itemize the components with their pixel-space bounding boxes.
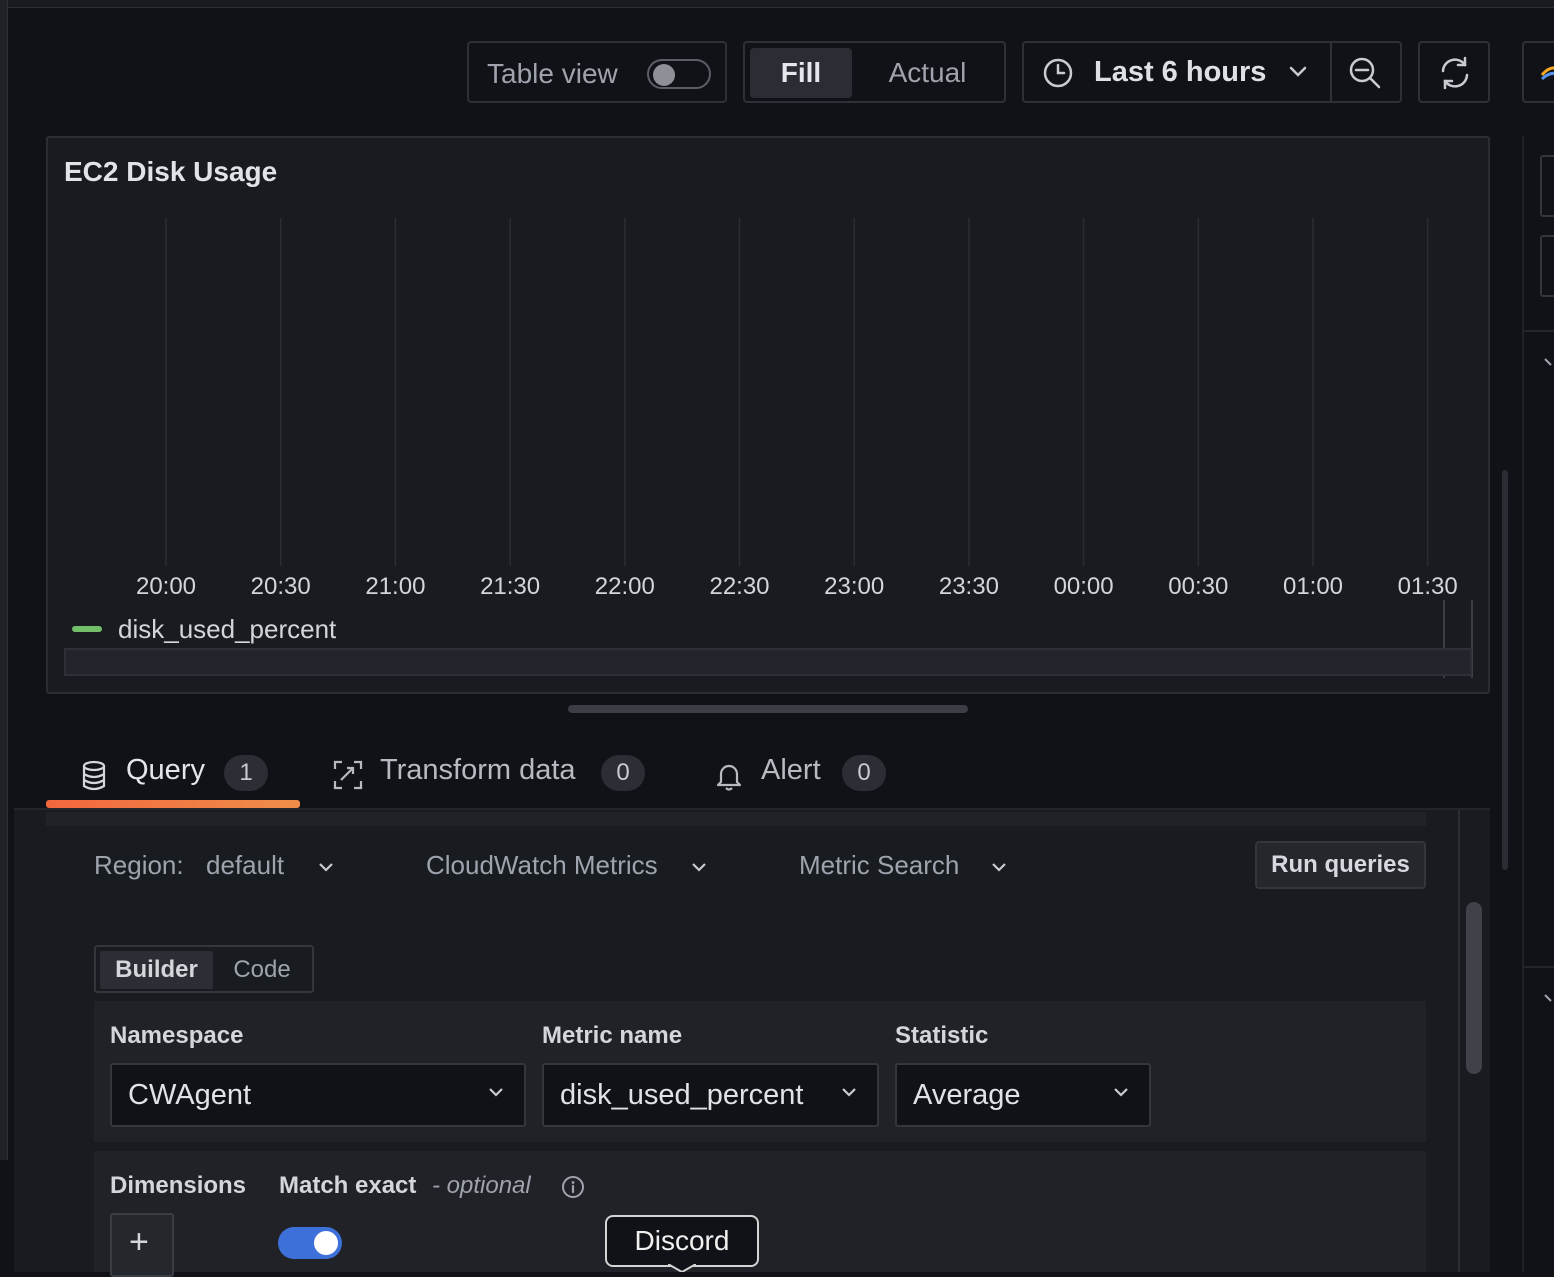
- legend-label: disk_used_percent: [118, 614, 337, 644]
- legend-horizontal-scrollbar[interactable]: [64, 648, 1472, 676]
- optional-label: - optional: [432, 1172, 531, 1199]
- grafana-logo-icon: [1540, 66, 1554, 81]
- namespace-value: CWAgent: [128, 1079, 252, 1111]
- query-mode-value: Metric Search: [799, 850, 960, 880]
- options-divider: [1522, 330, 1554, 332]
- table-view-switch[interactable]: [647, 59, 711, 89]
- actual-option[interactable]: Actual: [855, 48, 1000, 98]
- x-tick-label: 00:30: [1168, 573, 1228, 600]
- tab-transform-count: 0: [601, 755, 645, 791]
- x-tick-label: 21:30: [480, 573, 540, 600]
- zoom-out-icon[interactable]: [1348, 56, 1382, 90]
- query-row-header: [46, 812, 1426, 826]
- match-exact-switch[interactable]: [278, 1227, 342, 1259]
- info-icon[interactable]: [561, 1175, 585, 1199]
- match-exact-label: Match exact: [279, 1172, 417, 1199]
- active-tab-indicator: [46, 800, 300, 808]
- bell-icon: [716, 764, 742, 791]
- editor-mode-toggle: Builder Code: [94, 945, 314, 993]
- tooltip-arrow: [668, 1264, 696, 1272]
- tab-alert-label: Alert: [761, 754, 821, 786]
- edge-toolbar-button[interactable]: [1522, 41, 1554, 103]
- metric-name-value: disk_used_percent: [560, 1079, 804, 1111]
- page-scrollbar[interactable]: [1502, 470, 1508, 870]
- database-icon: [82, 760, 106, 791]
- tab-query-count: 1: [224, 755, 268, 791]
- dimensions-label: Dimensions: [110, 1172, 247, 1199]
- statistic-value: Average: [913, 1079, 1021, 1111]
- table-view-toggle-group[interactable]: Table view: [467, 41, 727, 103]
- metric-name-label: Metric name: [542, 1022, 683, 1049]
- chevron-down-icon: [1114, 1088, 1128, 1097]
- legend-swatch: [72, 626, 102, 632]
- run-queries-button[interactable]: Run queries: [1255, 841, 1426, 889]
- statistic-select[interactable]: Average: [895, 1063, 1151, 1127]
- x-tick-label: 22:00: [595, 573, 655, 600]
- tab-alert[interactable]: Alert 0: [716, 752, 896, 798]
- namespace-select[interactable]: CWAgent: [110, 1063, 526, 1127]
- tab-transform-label: Transform data: [380, 754, 576, 786]
- time-range-picker[interactable]: Last 6 hours: [1022, 41, 1402, 103]
- time-series-plot: 20:00 20:30 21:00 21:30 22:00 22:30 23:00 23:30…: [136, 218, 1458, 600]
- fill-option[interactable]: Fill: [750, 48, 852, 98]
- x-tick-label: 01:30: [1398, 573, 1458, 600]
- left-frame-edge: [0, 0, 8, 1160]
- visualization-panel: EC2 Disk Usage 20:00 20:30 21:00 21:30 22:00…: [46, 136, 1490, 694]
- chevron-down-icon: [1289, 66, 1307, 77]
- builder-option[interactable]: Builder: [100, 951, 213, 989]
- chevron-down-icon: [489, 1088, 503, 1097]
- x-tick-label: 23:00: [824, 573, 884, 600]
- statistic-label: Statistic: [895, 1022, 989, 1049]
- query-mode-select[interactable]: Metric Search: [799, 846, 1014, 886]
- time-range-label: Last 6 hours: [1094, 56, 1267, 88]
- query-scrollbar-thumb[interactable]: [1466, 902, 1482, 1074]
- service-value: CloudWatch Metrics: [426, 850, 658, 880]
- tooltip: Discord: [605, 1215, 759, 1267]
- x-tick-label: 00:00: [1054, 573, 1114, 600]
- x-tick-label: 20:30: [251, 573, 311, 600]
- clock-icon: [1043, 58, 1073, 88]
- code-option[interactable]: Code: [214, 951, 310, 989]
- plus-icon: +: [129, 1223, 149, 1261]
- table-view-label: Table view: [487, 58, 618, 89]
- x-tick-label: 20:00: [136, 573, 196, 600]
- options-tab-field[interactable]: [1540, 235, 1554, 297]
- region-value: default: [206, 850, 285, 880]
- chevron-down-icon: [992, 863, 1006, 872]
- refresh-icon: [1441, 56, 1469, 90]
- region-select[interactable]: default: [206, 846, 346, 886]
- region-label: Region:: [94, 850, 184, 880]
- service-select[interactable]: CloudWatch Metrics: [426, 846, 716, 886]
- namespace-label: Namespace: [110, 1022, 244, 1049]
- x-tick-label: 21:00: [365, 573, 425, 600]
- chevron-down-icon: [842, 1088, 856, 1097]
- switch-knob: [314, 1231, 338, 1255]
- pane-resize-handle[interactable]: [568, 705, 968, 713]
- divider: [1330, 43, 1332, 101]
- right-options-pane: [1522, 136, 1554, 1272]
- tab-query-label: Query: [126, 754, 205, 786]
- top-frame-edge: [0, 0, 1554, 8]
- tab-alert-count: 0: [842, 755, 886, 791]
- x-tick-label: 23:30: [939, 573, 999, 600]
- x-tick-label: 22:30: [709, 573, 769, 600]
- x-tick-label: 01:00: [1283, 573, 1343, 600]
- refresh-button[interactable]: [1418, 41, 1490, 103]
- chevron-down-icon[interactable]: [1544, 356, 1554, 368]
- tab-query[interactable]: Query 1: [80, 752, 280, 798]
- tab-transform-data[interactable]: Transform data 0: [333, 752, 653, 798]
- add-dimension-button[interactable]: +: [110, 1213, 174, 1277]
- transform-icon: [333, 760, 363, 790]
- switch-knob: [653, 64, 675, 86]
- options-search-field[interactable]: [1540, 155, 1554, 217]
- options-divider: [1522, 966, 1554, 968]
- chevron-down-icon: [319, 863, 333, 872]
- chevron-down-icon: [692, 863, 706, 872]
- metric-name-select[interactable]: disk_used_percent: [542, 1063, 879, 1127]
- chevron-down-icon[interactable]: [1544, 992, 1554, 1004]
- fill-actual-segmented: Fill Actual: [743, 41, 1006, 103]
